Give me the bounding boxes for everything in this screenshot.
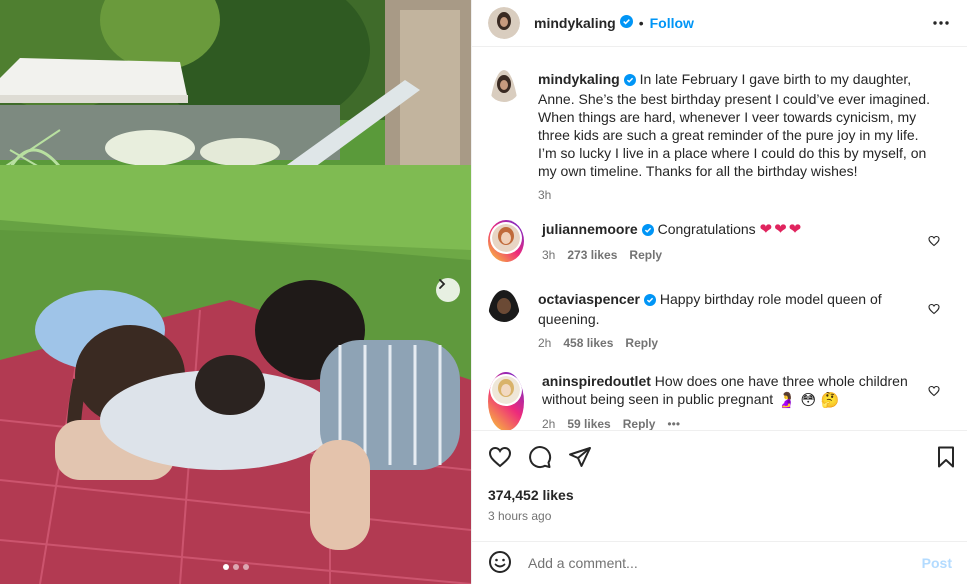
verified-badge-icon: [641, 222, 654, 240]
comment-meta: 2h 458 likes Reply: [538, 336, 918, 350]
caption-username[interactable]: mindykaling: [538, 71, 620, 87]
verified-badge-icon: [623, 72, 636, 90]
reply-button[interactable]: Reply: [629, 248, 662, 262]
follow-button[interactable]: Follow: [650, 15, 694, 31]
caption: mindykaling In late February I gave birt…: [488, 70, 952, 202]
caption-text: mindykaling In late February I gave birt…: [538, 70, 938, 180]
smiley-icon[interactable]: [488, 550, 512, 577]
more-horizontal-icon[interactable]: [932, 14, 950, 35]
post-detail-panel: mindykaling • Follow mindykaling In late…: [471, 0, 967, 584]
comment-username[interactable]: juliannemoore: [542, 221, 638, 237]
comment-age[interactable]: 2h: [542, 417, 555, 430]
post-photo: [0, 0, 471, 584]
paper-plane-icon[interactable]: [568, 445, 592, 472]
photo-illustration: [0, 0, 471, 584]
comment-meta: 2h 59 likes Reply •••: [542, 417, 922, 430]
carousel-indicator: [0, 564, 471, 570]
reply-button[interactable]: Reply: [625, 336, 658, 350]
header-separator: •: [638, 15, 644, 31]
bookmark-icon[interactable]: [934, 445, 958, 472]
heart-emoji-icons: ❤❤❤: [759, 220, 804, 238]
comment-likes[interactable]: 59 likes: [567, 417, 610, 430]
author-username[interactable]: mindykaling: [534, 15, 616, 31]
action-buttons: [488, 445, 592, 472]
reply-button[interactable]: Reply: [623, 417, 656, 430]
caption-timestamp[interactable]: 3h: [538, 188, 551, 202]
comment-body: aninspiredoutlet How does one have three…: [542, 372, 922, 430]
comment-composer: Post: [472, 541, 967, 584]
comment-more-options[interactable]: •••: [667, 417, 680, 430]
comment-text: Congratulations: [657, 221, 756, 237]
emoji-icons: 🤰 😳 🤔: [777, 391, 840, 409]
comment-meta: 3h 273 likes Reply: [542, 248, 922, 262]
verified-badge-icon: [619, 15, 633, 31]
author-avatar[interactable]: [488, 7, 520, 39]
comment-username[interactable]: aninspiredoutlet: [542, 373, 651, 389]
next-image-button[interactable]: [436, 278, 460, 302]
comment-age[interactable]: 2h: [538, 336, 551, 350]
comment-like-heart-icon[interactable]: [928, 384, 940, 400]
post-actions: 374,452 likes 3 hours ago: [472, 430, 967, 541]
comment-like-heart-icon[interactable]: [928, 234, 940, 250]
commenter-avatar[interactable]: [488, 372, 524, 430]
comment-body: juliannemoore Congratulations ❤❤❤ 3h 273…: [542, 220, 922, 262]
comment-age[interactable]: 3h: [542, 248, 555, 262]
comment-body: octaviaspencer Happy birthday role model…: [538, 290, 918, 350]
comment-likes[interactable]: 458 likes: [563, 336, 613, 350]
comment-input[interactable]: [528, 555, 908, 571]
comment-item: juliannemoore Congratulations ❤❤❤ 3h 273…: [488, 220, 952, 262]
comment-like-heart-icon[interactable]: [928, 302, 940, 318]
verified-badge-icon: [643, 292, 656, 310]
likes-count[interactable]: 374,452 likes: [488, 487, 574, 503]
post-comment-button[interactable]: Post: [922, 555, 952, 571]
comment-username[interactable]: octaviaspencer: [538, 291, 640, 307]
carousel-dot: [242, 564, 249, 570]
caption-meta: 3h: [538, 188, 938, 202]
chevron-right-icon: [439, 279, 446, 289]
author-avatar[interactable]: [488, 70, 520, 202]
post-header: mindykaling • Follow: [472, 0, 967, 47]
carousel-dot-active: [222, 564, 229, 570]
comment-item: aninspiredoutlet How does one have three…: [488, 372, 952, 430]
comment-bubble-icon[interactable]: [528, 445, 552, 472]
comment-likes[interactable]: 273 likes: [567, 248, 617, 262]
comment-item: octaviaspencer Happy birthday role model…: [488, 290, 952, 350]
commenter-avatar[interactable]: [488, 220, 524, 262]
carousel-dot: [232, 564, 239, 570]
post-timestamp[interactable]: 3 hours ago: [488, 509, 551, 523]
comments-list[interactable]: mindykaling In late February I gave birt…: [472, 48, 967, 430]
caption-body: In late February I gave birth to my daug…: [538, 71, 930, 179]
heart-outline-icon[interactable]: [488, 445, 512, 472]
commenter-avatar[interactable]: [488, 290, 520, 350]
